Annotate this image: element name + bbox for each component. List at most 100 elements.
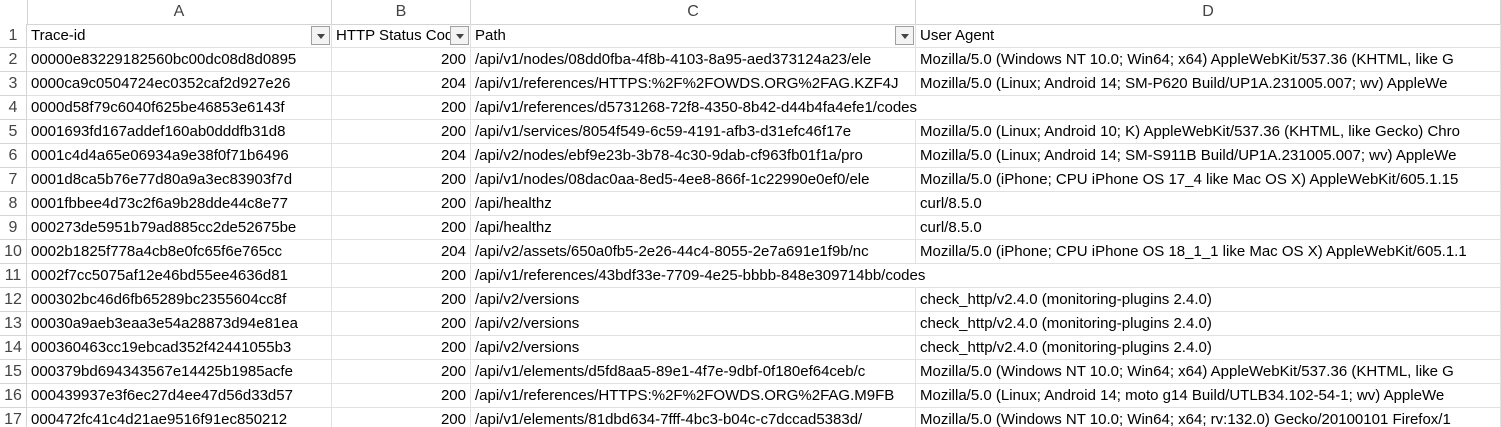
cell-http-status[interactable]: 200 — [332, 408, 471, 427]
cell-http-status[interactable]: 200 — [332, 288, 471, 312]
cell-path[interactable]: /api/v2/versions — [471, 288, 916, 312]
cell-path[interactable]: /api/v1/services/8054f549-6c59-4191-afb3… — [471, 120, 916, 144]
cell-trace-id[interactable]: 000379bd694343567e14425b1985acfe — [27, 360, 332, 384]
row-number[interactable]: 9 — [0, 216, 27, 240]
row-number[interactable]: 13 — [0, 312, 27, 336]
cell-http-status[interactable]: 200 — [332, 96, 471, 120]
cell-path[interactable]: /api/v1/references/43bdf33e-7709-4e25-bb… — [471, 264, 925, 288]
row-number[interactable]: 1 — [0, 24, 27, 48]
cell-trace-id[interactable]: 0001c4d4a65e06934a9e38f0f71b6496 — [27, 144, 332, 168]
table-row: 9 000273de5951b79ad885cc2de52675be 200/api… — [0, 216, 1501, 240]
row-number[interactable]: 10 — [0, 240, 27, 264]
row-number[interactable]: 2 — [0, 48, 27, 72]
cell-user-agent[interactable] — [916, 96, 1501, 120]
select-all-corner[interactable] — [0, 0, 28, 24]
cell-trace-id[interactable]: 000302bc46d6fb65289bc2355604cc8f — [27, 288, 332, 312]
column-header-b[interactable]: B — [332, 0, 471, 24]
cell-http-status[interactable]: 200 — [332, 48, 471, 72]
table-row: 7 0001d8ca5b76e77d80a9a3ec83903f7d 200/api… — [0, 168, 1501, 192]
cell-http-status[interactable]: 200 — [332, 192, 471, 216]
filter-arrow-icon — [901, 34, 909, 39]
cell-user-agent[interactable]: Mozilla/5.0 (Linux; Android 14; SM-S911B… — [916, 144, 1501, 168]
row-number[interactable]: 6 — [0, 144, 27, 168]
cell-trace-id[interactable]: 0001fbbee4d73c2f6a9b28dde44c8e77 — [27, 192, 332, 216]
cell-trace-id[interactable]: 0000d58f79c6040f625be46853e6143f — [27, 96, 332, 120]
cell-http-status[interactable]: 200 — [332, 264, 471, 288]
cell-user-agent[interactable]: check_http/v2.4.0 (monitoring-plugins 2.… — [916, 336, 1501, 360]
column-header-d[interactable]: D — [916, 0, 1501, 24]
cell-path[interactable]: /api/v2/versions — [471, 312, 916, 336]
cell-user-agent[interactable]: Mozilla/5.0 (Windows NT 10.0; Win64; x64… — [916, 48, 1501, 72]
cell-http-status[interactable]: 200 — [332, 360, 471, 384]
cell-user-agent[interactable]: Mozilla/5.0 (Windows NT 10.0; Win64; x64… — [916, 360, 1501, 384]
cell-trace-id[interactable]: 0000ca9c0504724ec0352caf2d927e26 — [27, 72, 332, 96]
row-number[interactable]: 14 — [0, 336, 27, 360]
cell-user-agent[interactable] — [916, 264, 1501, 288]
table-row: 4 0000d58f79c6040f625be46853e6143f 200/api… — [0, 96, 1501, 120]
header-cell-path[interactable]: Path — [471, 24, 916, 48]
header-cell-user-agent[interactable]: User Agent — [916, 24, 1501, 48]
cell-user-agent[interactable]: curl/8.5.0 — [916, 216, 1501, 240]
cell-trace-id[interactable]: 000273de5951b79ad885cc2de52675be — [27, 216, 332, 240]
cell-user-agent[interactable]: check_http/v2.4.0 (monitoring-plugins 2.… — [916, 312, 1501, 336]
row-number[interactable]: 5 — [0, 120, 27, 144]
row-number[interactable]: 7 — [0, 168, 27, 192]
cell-trace-id[interactable]: 000439937e3f6ec27d4ee47d56d33d57 — [27, 384, 332, 408]
cell-path[interactable]: /api/v2/nodes/ebf9e23b-3b78-4c30-9dab-cf… — [471, 144, 916, 168]
filter-dropdown-trace-id[interactable] — [311, 26, 330, 45]
row-number[interactable]: 11 — [0, 264, 27, 288]
cell-user-agent[interactable]: Mozilla/5.0 (Linux; Android 14; moto g14… — [916, 384, 1501, 408]
cell-trace-id[interactable]: 0002f7cc5075af12e46bd55ee4636d81 — [27, 264, 332, 288]
cell-trace-id[interactable]: 000472fc41c4d21ae9516f91ec850212 — [27, 408, 332, 427]
cell-http-status[interactable]: 200 — [332, 168, 471, 192]
cell-http-status[interactable]: 200 — [332, 336, 471, 360]
row-number[interactable]: 12 — [0, 288, 27, 312]
cell-user-agent[interactable]: Mozilla/5.0 (iPhone; CPU iPhone OS 17_4 … — [916, 168, 1501, 192]
cell-user-agent[interactable]: Mozilla/5.0 (Linux; Android 10; K) Apple… — [916, 120, 1501, 144]
cell-path[interactable]: /api/v2/assets/650a0fb5-2e26-44c4-8055-2… — [471, 240, 916, 264]
table-row: 10 0002b1825f778a4cb8e0fc65f6e765cc 204/ap… — [0, 240, 1501, 264]
cell-trace-id[interactable]: 0001693fd167addef160ab0dddfb31d8 — [27, 120, 332, 144]
row-number[interactable]: 8 — [0, 192, 27, 216]
row-number[interactable]: 15 — [0, 360, 27, 384]
cell-path[interactable]: /api/v1/elements/81dbd634-7fff-4bc3-b04c… — [471, 408, 916, 427]
cell-http-status[interactable]: 200 — [332, 216, 471, 240]
table-row: 16 000439937e3f6ec27d4ee47d56d33d57 200/ap… — [0, 384, 1501, 408]
cell-path[interactable]: /api/v1/references/HTTPS:%2F%2FOWDS.ORG%… — [471, 384, 916, 408]
cell-path[interactable]: /api/v2/versions — [471, 336, 916, 360]
cell-trace-id[interactable]: 00030a9aeb3eaa3e54a28873d94e81ea — [27, 312, 332, 336]
row-number[interactable]: 4 — [0, 96, 27, 120]
cell-path[interactable]: /api/v1/nodes/08dac0aa-8ed5-4ee8-866f-1c… — [471, 168, 916, 192]
header-cell-trace-id[interactable]: Trace-id — [27, 24, 332, 48]
filter-dropdown-http-status[interactable] — [450, 26, 469, 45]
cell-trace-id[interactable]: 0002b1825f778a4cb8e0fc65f6e765cc — [27, 240, 332, 264]
filter-dropdown-path[interactable] — [895, 26, 914, 45]
cell-http-status[interactable]: 200 — [332, 120, 471, 144]
cell-user-agent[interactable]: Mozilla/5.0 (Linux; Android 14; SM-P620 … — [916, 72, 1501, 96]
cell-path[interactable]: /api/v1/nodes/08dd0fba-4f8b-4103-8a95-ae… — [471, 48, 916, 72]
row-number[interactable]: 16 — [0, 384, 27, 408]
cell-path[interactable]: /api/healthz — [471, 192, 916, 216]
table-row: 8 0001fbbee4d73c2f6a9b28dde44c8e77 200/api… — [0, 192, 1501, 216]
column-header-a[interactable]: A — [27, 0, 332, 24]
row-number[interactable]: 17 — [0, 408, 27, 427]
column-header-c[interactable]: C — [471, 0, 916, 24]
cell-path[interactable]: /api/healthz — [471, 216, 916, 240]
cell-http-status[interactable]: 204 — [332, 72, 471, 96]
cell-trace-id[interactable]: 00000e83229182560bc00dc08d8d0895 — [27, 48, 332, 72]
row-number[interactable]: 3 — [0, 72, 27, 96]
cell-http-status[interactable]: 200 — [332, 312, 471, 336]
cell-user-agent[interactable]: Mozilla/5.0 (iPhone; CPU iPhone OS 18_1_… — [916, 240, 1501, 264]
cell-user-agent[interactable]: curl/8.5.0 — [916, 192, 1501, 216]
cell-trace-id[interactable]: 000360463cc19ebcad352f42441055b3 — [27, 336, 332, 360]
cell-http-status[interactable]: 200 — [332, 384, 471, 408]
cell-path[interactable]: /api/v1/references/HTTPS:%2F%2FOWDS.ORG%… — [471, 72, 916, 96]
cell-trace-id[interactable]: 0001d8ca5b76e77d80a9a3ec83903f7d — [27, 168, 332, 192]
cell-user-agent[interactable]: check_http/v2.4.0 (monitoring-plugins 2.… — [916, 288, 1501, 312]
cell-path[interactable]: /api/v1/references/d5731268-72f8-4350-8b… — [471, 96, 917, 120]
cell-http-status[interactable]: 204 — [332, 144, 471, 168]
cell-http-status[interactable]: 204 — [332, 240, 471, 264]
cell-path[interactable]: /api/v1/elements/d5fd8aa5-89e1-4f7e-9dbf… — [471, 360, 916, 384]
table-row: 3 0000ca9c0504724ec0352caf2d927e26 204/api… — [0, 72, 1501, 96]
cell-user-agent[interactable]: Mozilla/5.0 (Windows NT 10.0; Win64; x64… — [916, 408, 1501, 427]
